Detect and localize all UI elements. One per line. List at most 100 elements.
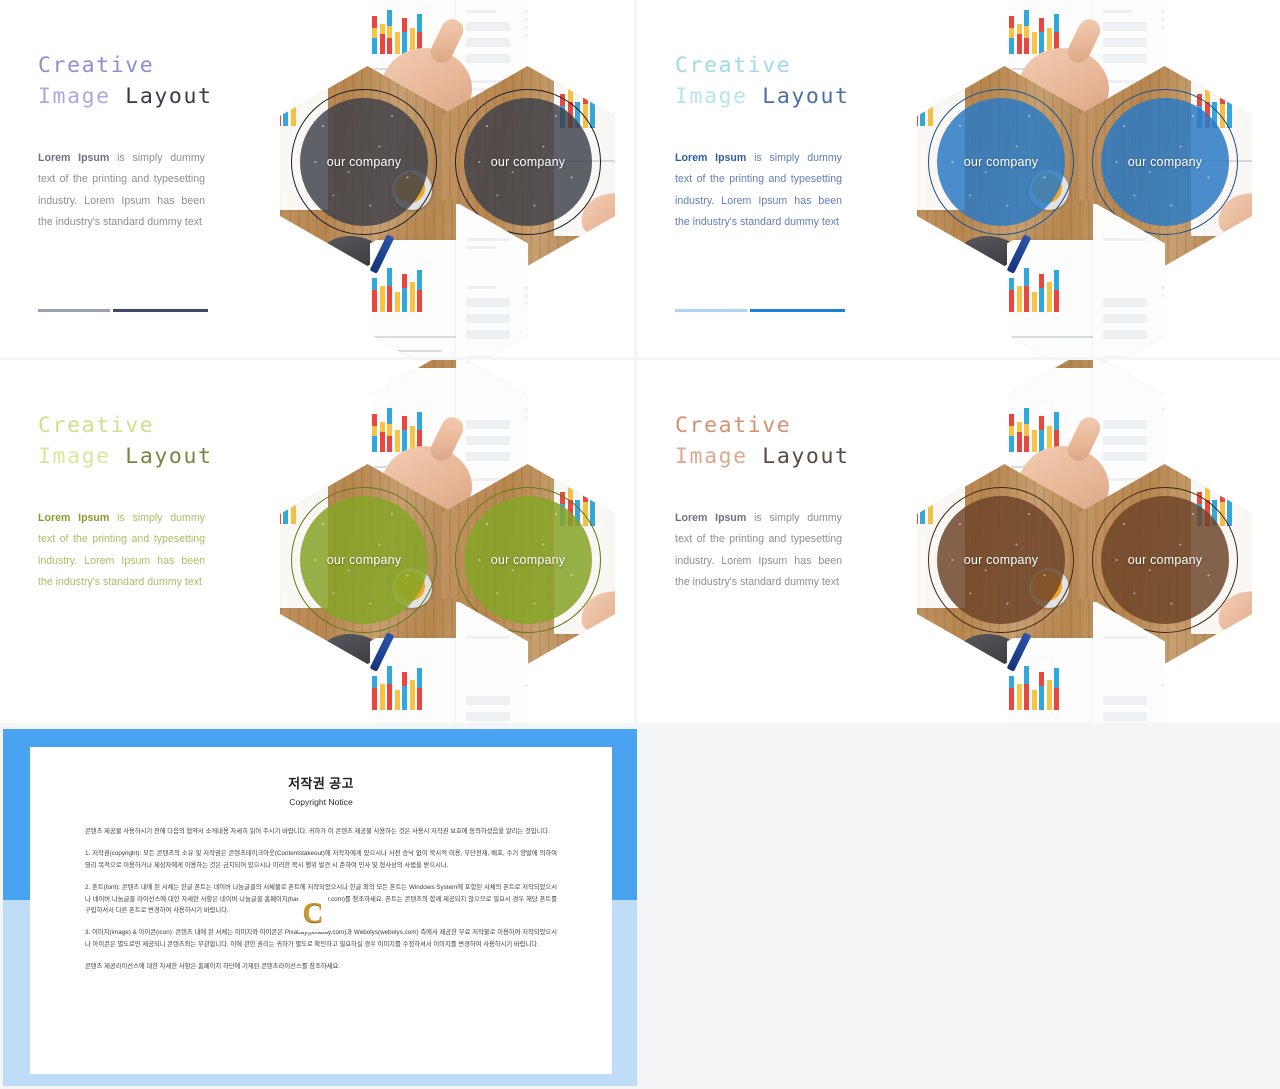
bar-chart	[1009, 8, 1059, 54]
bar	[402, 18, 407, 54]
divider-1	[38, 309, 208, 312]
bar	[417, 668, 422, 710]
bar-chart	[917, 484, 933, 524]
divider-segment-right	[113, 309, 208, 312]
title-word-image: Image	[675, 444, 748, 469]
bar	[1039, 274, 1044, 312]
bar	[1227, 98, 1232, 128]
text-block-3: Creative Image Layout Lorem Ipsum is sim…	[38, 410, 233, 593]
bar	[1054, 668, 1059, 710]
hex-cluster-3: our company our company	[280, 360, 634, 723]
bar-chart	[372, 266, 422, 312]
bar	[1016, 24, 1022, 54]
bar	[920, 500, 925, 524]
bar	[379, 24, 385, 54]
bar	[417, 270, 422, 312]
title-word-layout: Layout	[762, 84, 850, 109]
slide-panel-2[interactable]: Creative Image Layout Lorem Ipsum is sim…	[637, 0, 1280, 360]
bar	[917, 484, 918, 524]
brand-badge[interactable]: our company	[1092, 89, 1238, 235]
bar	[394, 292, 400, 312]
slide-body-2: Lorem Ipsum is simply dummy text of the …	[675, 148, 842, 233]
bar	[1009, 16, 1014, 54]
bar	[1046, 680, 1052, 710]
bar	[1046, 282, 1052, 312]
body-lead: Lorem Ipsum	[675, 152, 747, 164]
bar	[372, 16, 377, 54]
bar	[372, 278, 377, 312]
title-word-creative: Creative	[38, 53, 155, 78]
bar	[927, 488, 933, 524]
bar	[920, 102, 925, 126]
bar	[290, 488, 296, 524]
title-word-creative: Creative	[675, 53, 792, 78]
slide-grid: Creative Image Layout Lorem Ipsum is sim…	[0, 0, 1280, 723]
bar	[1227, 496, 1232, 526]
brand-badge[interactable]: our company	[928, 487, 1074, 633]
bar	[379, 684, 385, 710]
brand-badge[interactable]: our company	[928, 89, 1074, 235]
bar	[1054, 270, 1059, 312]
text-block-2: Creative Image Layout Lorem Ipsum is sim…	[675, 50, 870, 233]
slide-title-2: Creative Image Layout	[675, 50, 870, 112]
divider-segment-left	[675, 309, 747, 312]
bar	[1024, 10, 1029, 54]
brand-badge[interactable]: our company	[455, 487, 601, 633]
bar	[290, 90, 296, 126]
bar	[409, 282, 415, 312]
bar	[394, 32, 400, 54]
bar	[1024, 268, 1029, 312]
bar-chart	[1009, 406, 1059, 452]
slide-panel-4[interactable]: Creative Image Layout Lorem Ipsum is sim…	[637, 360, 1280, 723]
bar	[283, 102, 288, 126]
slide-panel-3[interactable]: Creative Image Layout Lorem Ipsum is sim…	[0, 360, 637, 723]
title-word-creative: Creative	[675, 413, 792, 438]
hex-cluster-4: our company our company	[917, 360, 1277, 723]
bar	[280, 86, 281, 126]
copyright-document[interactable]: 저작권 공고 Copyright Notice 콘텐츠 제공물 사용하시기 전에…	[30, 747, 612, 1074]
brand-badge[interactable]: our company	[291, 487, 437, 633]
bar	[409, 680, 415, 710]
bar	[387, 268, 392, 312]
slide-body-4: Lorem Ipsum is simply dummy text of the …	[675, 508, 842, 593]
bar	[590, 98, 595, 128]
badge-label: our company	[963, 155, 1039, 169]
bar-chart	[917, 86, 933, 126]
copyright-paragraph: 콘텐츠 제공물 사용하시기 전에 다음의 협약서 소개내용 자세히 읽어 주시기…	[85, 828, 550, 835]
bar	[1039, 18, 1044, 54]
slide-board: Creative Image Layout Lorem Ipsum is sim…	[0, 0, 1280, 1089]
bar	[387, 10, 392, 54]
bar-chart	[1009, 266, 1059, 312]
brand-badge[interactable]: our company	[291, 89, 437, 235]
bar	[1016, 286, 1022, 312]
bar	[379, 422, 385, 452]
bar	[387, 666, 392, 710]
copyright-subtitle: Copyright Notice	[289, 797, 353, 807]
bar-chart	[1009, 664, 1059, 710]
bar-chart	[372, 8, 422, 54]
hex-cluster-2: our company our company	[917, 0, 1277, 357]
bar	[280, 484, 281, 524]
badge-label: our company	[1127, 155, 1203, 169]
badge-label: our company	[326, 553, 402, 567]
bar	[1016, 422, 1022, 452]
badge-label: our company	[326, 155, 402, 169]
brand-badge[interactable]: our company	[455, 89, 601, 235]
copyright-paragraph: 1. 저작권(copyright): 모든 콘텐츠의 소유 및 저작권은 콘텐츠…	[85, 850, 557, 869]
bar	[1009, 676, 1014, 710]
badge-label: our company	[490, 553, 566, 567]
slide-panel-1[interactable]: Creative Image Layout Lorem Ipsum is sim…	[0, 0, 637, 360]
hex-cluster-1: our company our company	[280, 0, 634, 357]
brand-badge[interactable]: our company	[1092, 487, 1238, 633]
bar	[1009, 414, 1014, 452]
divider-segment-right	[750, 309, 845, 312]
slide-body-1: Lorem Ipsum is simply dummy text of the …	[38, 148, 205, 233]
bar-chart	[372, 664, 422, 710]
bar-chart	[372, 406, 422, 452]
bar	[283, 500, 288, 524]
bar	[1009, 278, 1014, 312]
title-word-image: Image	[38, 444, 111, 469]
copyright-paragraph: 콘텐츠 제공라이선스에 대한 자세한 사항은 홈페이지 하단에 기재된 콘텐츠라…	[85, 963, 341, 971]
bar	[402, 274, 407, 312]
divider-segment-left	[38, 309, 110, 312]
